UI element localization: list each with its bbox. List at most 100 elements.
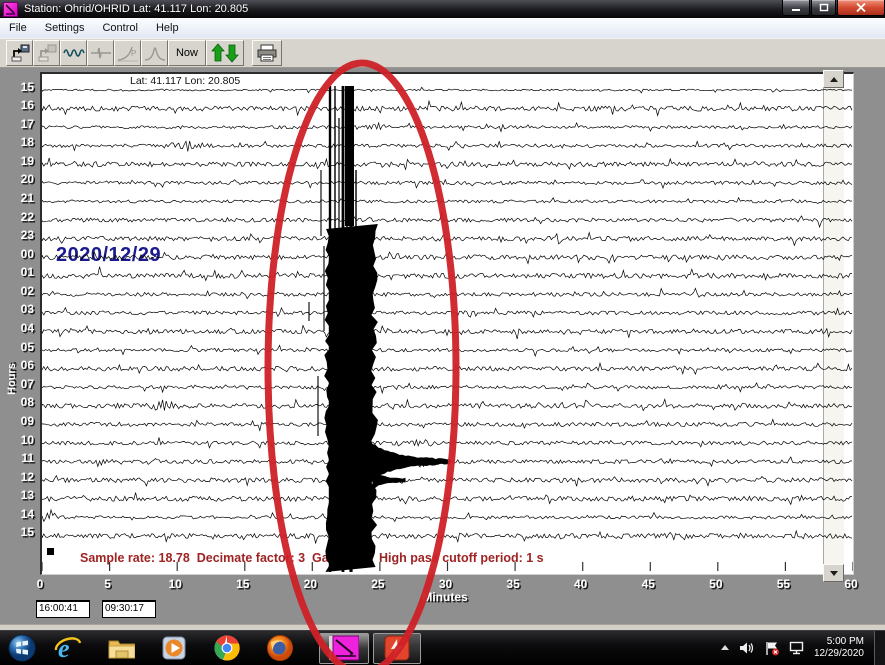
scrollbar-track[interactable] — [823, 88, 844, 564]
filter-curve-icon-disabled: P — [117, 44, 139, 62]
menu-help[interactable]: Help — [147, 20, 188, 36]
print-button[interactable] — [252, 40, 282, 66]
internet-explorer-icon[interactable]: e — [54, 634, 82, 662]
volume-icon[interactable] — [739, 641, 755, 655]
clock-date: 12/29/2020 — [814, 648, 864, 660]
start-button[interactable] — [8, 634, 36, 662]
minute-label: 35 — [498, 577, 528, 591]
hour-label: 04 — [6, 322, 34, 335]
chevron-up-icon — [720, 644, 730, 652]
trace-marker — [47, 548, 54, 555]
minute-label: 10 — [160, 577, 190, 591]
window-controls — [781, 0, 885, 16]
now-button-label: Now — [176, 47, 198, 59]
sample-rate-label: Sample rate: 18.78 Decimate factor: 3 Ga… — [80, 551, 340, 565]
hour-label: 06 — [6, 359, 34, 372]
minute-label: 25 — [363, 577, 393, 591]
plot-client-area: Hours 1516171819202122230001020304050607… — [0, 68, 885, 630]
show-desktop-button[interactable] — [874, 631, 885, 665]
save-disk-icon-disabled — [37, 43, 57, 63]
hour-label: 08 — [6, 396, 34, 409]
file-explorer-icon[interactable] — [107, 634, 135, 662]
plot-latlon-label: Lat: 41.117 Lon: 20.805 — [130, 75, 240, 87]
menu-settings[interactable]: Settings — [36, 20, 94, 36]
hour-label: 01 — [6, 266, 34, 279]
chevron-up-icon — [830, 77, 838, 82]
save-record-button[interactable] — [33, 40, 60, 66]
load-disk-icon — [10, 43, 30, 63]
minimize-icon — [791, 3, 801, 12]
waveform-icon — [63, 45, 85, 61]
gaussian-filter-button[interactable] — [141, 40, 168, 66]
taskbar: e — [0, 630, 885, 665]
minutes-axis-label: Minutes — [410, 590, 480, 604]
impulse-view-button[interactable] — [87, 40, 114, 66]
hour-label: 12 — [6, 471, 34, 484]
hour-label: 20 — [6, 173, 34, 186]
toolbar: P Now — [0, 38, 885, 68]
bell-curve-icon — [144, 44, 166, 62]
hour-label: 10 — [6, 434, 34, 447]
hour-label: 15 — [6, 526, 34, 539]
scroll-up-button[interactable] — [823, 70, 844, 88]
network-icon[interactable] — [789, 641, 805, 655]
seismograph-app-taskbar-button[interactable] — [319, 633, 369, 664]
hour-label: 13 — [6, 489, 34, 502]
time-field-window[interactable]: 09:30:17 — [102, 600, 156, 618]
minute-label: 20 — [295, 577, 325, 591]
hour-label: 22 — [6, 211, 34, 224]
taskbar-clock[interactable]: 5:00 PM 12/29/2020 — [814, 636, 864, 660]
hour-label: 18 — [6, 136, 34, 149]
time-field-start[interactable]: 16:00:41 — [36, 600, 90, 618]
filter-response-button[interactable]: P — [114, 40, 141, 66]
waveform-view-button[interactable] — [60, 40, 87, 66]
hour-label: 16 — [6, 99, 34, 112]
hour-label: 19 — [6, 155, 34, 168]
clock-time: 5:00 PM — [814, 636, 864, 648]
minute-label: 40 — [566, 577, 596, 591]
seismogram-traces — [42, 74, 853, 574]
hour-label: 03 — [6, 303, 34, 316]
minimize-button[interactable] — [782, 0, 810, 16]
close-button[interactable] — [837, 0, 885, 16]
seismograph-taskbar-icon — [329, 635, 359, 661]
hour-label: 17 — [6, 118, 34, 131]
red-app-icon — [384, 635, 410, 661]
seismogram-plot[interactable]: Lat: 41.117 Lon: 20.805 2020/12/29 Sampl… — [40, 72, 854, 575]
impulse-icon-disabled — [90, 45, 112, 61]
svg-text:P: P — [131, 49, 136, 58]
chrome-icon[interactable] — [213, 634, 241, 662]
minute-label: 5 — [93, 577, 123, 591]
action-center-flag-icon[interactable] — [764, 641, 780, 656]
windows-start-icon — [8, 634, 36, 662]
screen: Station: Ohrid/OHRID Lat: 41.117 Lon: 20… — [0, 0, 885, 665]
chevron-down-icon — [830, 571, 838, 576]
load-record-button[interactable] — [6, 40, 33, 66]
menu-file[interactable]: File — [0, 20, 36, 36]
hour-label: 23 — [6, 229, 34, 242]
firefox-icon[interactable] — [266, 634, 294, 662]
plot-date-label: 2020/12/29 — [56, 244, 161, 267]
hour-label: 09 — [6, 415, 34, 428]
minute-label: 0 — [25, 577, 55, 591]
printer-icon — [256, 44, 278, 62]
red-app-taskbar-button[interactable] — [373, 633, 421, 664]
scroll-down-button[interactable] — [823, 564, 844, 582]
title-bar: Station: Ohrid/OHRID Lat: 41.117 Lon: 20… — [0, 0, 885, 18]
menu-bar: FileSettingsControlHelp — [0, 18, 885, 39]
minute-label: 50 — [701, 577, 731, 591]
now-button[interactable]: Now — [168, 40, 206, 66]
hour-label: 07 — [6, 378, 34, 391]
hour-label: 15 — [6, 81, 34, 94]
minute-label: 45 — [633, 577, 663, 591]
media-player-icon[interactable] — [160, 634, 188, 662]
menu-control[interactable]: Control — [93, 20, 146, 36]
maximize-button[interactable] — [811, 0, 836, 16]
hour-label: 11 — [6, 452, 34, 465]
hour-label: 00 — [6, 248, 34, 261]
vertical-scrollbar[interactable] — [823, 70, 844, 586]
minute-label: 15 — [228, 577, 258, 591]
tray-expand-button[interactable] — [720, 644, 730, 652]
scale-up-down-button[interactable] — [206, 40, 244, 66]
up-down-arrows-icon — [211, 43, 239, 63]
